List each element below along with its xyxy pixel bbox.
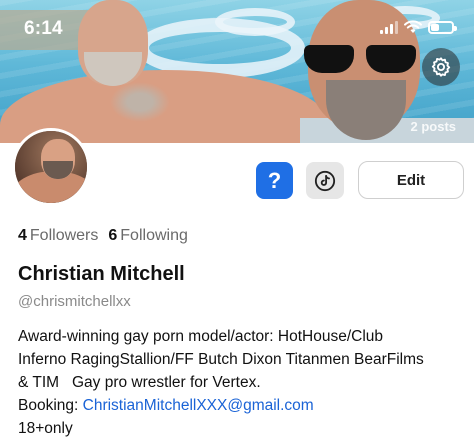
gear-icon	[431, 57, 451, 77]
display-name: Christian Mitchell	[18, 263, 185, 285]
followers-count: 4	[18, 227, 27, 244]
question-mark-icon: ?	[267, 167, 282, 193]
bio: Award-winning gay porn model/actor: HotH…	[18, 325, 468, 440]
followers-stat[interactable]: 4 Followers	[18, 227, 98, 245]
followers-label: Followers	[29, 227, 99, 244]
status-time: 6:14	[24, 18, 63, 39]
wifi-icon	[404, 20, 422, 33]
following-count: 6	[108, 227, 118, 244]
booking-line: Booking: ChristianMitchellXXX@gmail.com	[18, 394, 468, 417]
following-stat[interactable]: 6 Following	[108, 227, 188, 245]
status-icons	[380, 20, 457, 34]
cellular-signal-icon	[380, 20, 398, 34]
tiktok-button[interactable]	[306, 162, 344, 199]
edit-profile-button[interactable]: Edit	[358, 161, 464, 199]
follow-stats: 4 Followers 6 Following	[18, 227, 188, 245]
bio-line: Award-winning gay porn model/actor: HotH…	[18, 328, 384, 345]
bio-line: Inferno RagingStallion/FF Butch Dixon Ti…	[18, 351, 424, 368]
battery-icon	[428, 20, 457, 34]
avatar[interactable]	[12, 128, 90, 206]
booking-email-link[interactable]: ChristianMitchellXXX@gmail.com	[83, 397, 314, 414]
settings-button[interactable]	[422, 48, 460, 86]
tiktok-icon	[314, 170, 336, 191]
age-note: 18+only	[18, 420, 73, 437]
question-button[interactable]: ?	[256, 162, 293, 199]
username-handle: @chrismitchellxx	[18, 293, 131, 310]
bio-line: & TIM Gay pro wrestler for Vertex.	[18, 374, 261, 391]
booking-prefix: Booking:	[18, 397, 83, 414]
following-label: Following	[120, 227, 188, 244]
posts-count: 2 posts	[410, 119, 456, 134]
